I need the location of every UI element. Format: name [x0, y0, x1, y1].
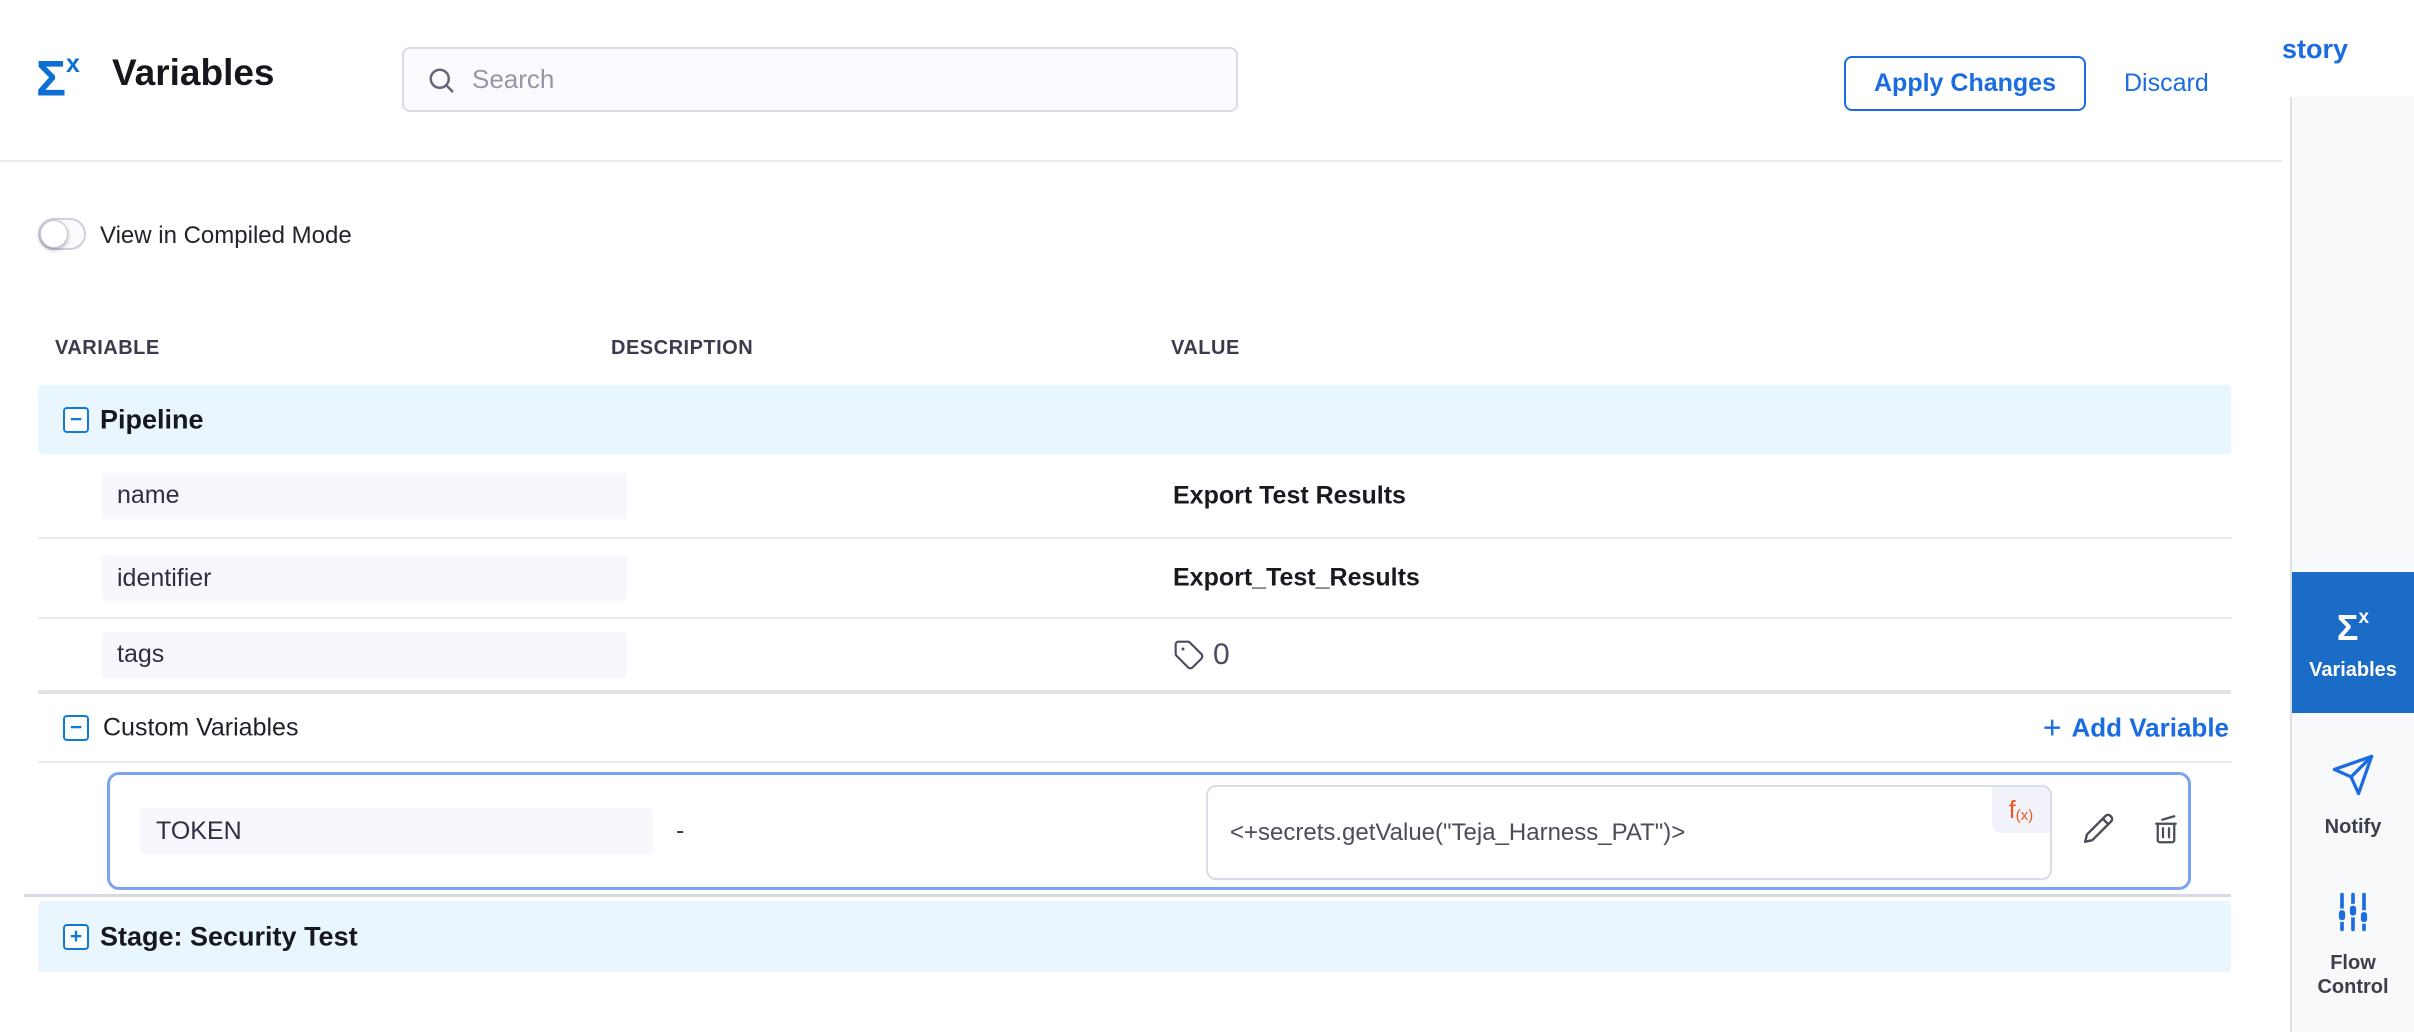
page-title: Variables [112, 52, 275, 94]
variables-panel: Σx Variables Apply Changes Discard View … [0, 0, 2282, 1032]
trash-icon [2148, 811, 2184, 852]
variable-name-field: name [102, 473, 627, 519]
table-row-tags: tags 0 [38, 619, 2231, 692]
sidebar-item-notify[interactable]: Notify [2292, 752, 2414, 872]
search-icon [426, 65, 456, 95]
sidebar-item-variables[interactable]: Σx Variables [2292, 572, 2414, 713]
edit-variable-button[interactable] [2075, 808, 2121, 854]
sidebar-item-flow-control[interactable]: Flow Control [2292, 890, 2414, 1030]
variable-identifier-field: identifier [102, 555, 627, 601]
sidebar-item-label: Flow Control [2303, 951, 2403, 999]
pencil-icon [2079, 810, 2117, 853]
plus-icon: + [2043, 713, 2062, 743]
search-input[interactable] [456, 64, 1236, 95]
collapse-minus-icon[interactable]: − [63, 407, 89, 433]
sidebar-item-label: Variables [2309, 658, 2397, 682]
tags-count: 0 [1213, 638, 1230, 672]
column-header-value: VALUE [1171, 337, 1240, 360]
fx-expression-icon[interactable]: f(x) [1992, 787, 2050, 833]
sidebar-item-label: Notify [2325, 815, 2382, 839]
custom-variable-row-token: TOKEN - f(x) [107, 772, 2191, 890]
sigma-x-icon: Σx [36, 40, 80, 109]
pipeline-section-label: Pipeline [100, 404, 204, 435]
custom-variables-label: Custom Variables [103, 713, 298, 742]
tag-icon [1173, 639, 1205, 671]
tags-value: 0 [1173, 638, 1230, 672]
custom-variables-section-row: − Custom Variables + Add Variable [38, 692, 2231, 763]
sigma-x-icon: Σx [2337, 604, 2369, 646]
compiled-mode-toggle[interactable] [38, 218, 86, 250]
stage-section-label: Stage: Security Test [100, 921, 358, 952]
discard-button[interactable]: Discard [2124, 56, 2209, 111]
section-divider [24, 894, 2231, 897]
history-link[interactable]: story [2282, 34, 2348, 65]
paper-plane-icon [2330, 752, 2376, 803]
compiled-mode-label: View in Compiled Mode [100, 222, 352, 250]
variable-token-field: TOKEN [140, 808, 653, 854]
search-box [402, 47, 1238, 112]
column-header-description: DESCRIPTION [611, 337, 753, 360]
expand-plus-icon[interactable]: + [63, 924, 89, 950]
right-toolbar: Σx Variables Notify [2290, 97, 2414, 1032]
column-header-variable: VARIABLE [55, 337, 160, 360]
token-description: - [676, 817, 684, 846]
sliders-icon [2331, 890, 2375, 939]
variable-tags-field: tags [102, 632, 627, 678]
pipeline-section-row[interactable]: − Pipeline [38, 385, 2231, 454]
token-value-input-box: f(x) [1206, 785, 2052, 880]
token-value-input[interactable] [1230, 787, 1970, 878]
delete-variable-button[interactable] [2143, 808, 2189, 854]
apply-changes-button[interactable]: Apply Changes [1844, 56, 2086, 111]
variable-name-value: Export Test Results [1173, 481, 1406, 510]
collapse-minus-icon[interactable]: − [63, 715, 89, 741]
variable-identifier-value: Export_Test_Results [1173, 564, 1420, 593]
add-variable-button[interactable]: + Add Variable [2043, 712, 2229, 743]
panel-header: Σx Variables Apply Changes Discard [0, 0, 2282, 162]
stage-section-row[interactable]: + Stage: Security Test [38, 901, 2231, 972]
table-row-name: name Export Test Results [38, 454, 2231, 539]
toggle-knob [40, 220, 68, 248]
table-row-identifier: identifier Export_Test_Results [38, 539, 2231, 619]
